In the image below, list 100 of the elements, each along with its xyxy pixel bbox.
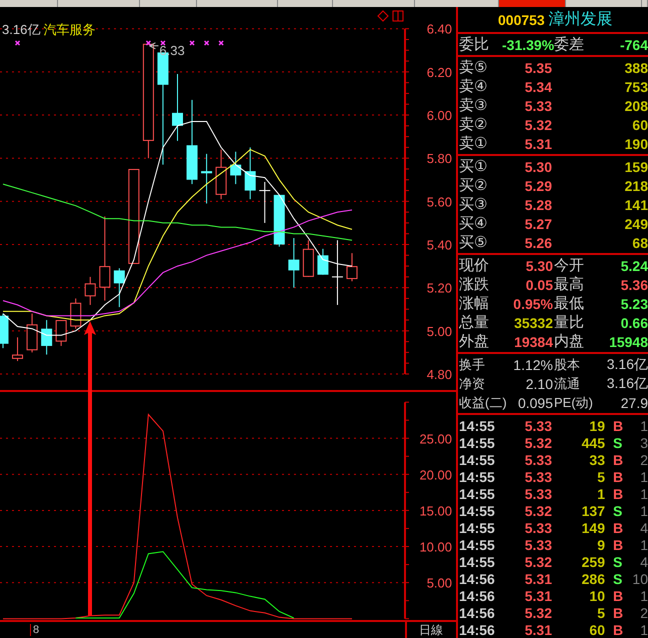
- ask-volume: 208: [624, 98, 648, 114]
- bid-volume: 249: [624, 216, 648, 232]
- ask-label: 卖②: [458, 115, 488, 134]
- stock-name: 漳州发展: [548, 10, 613, 30]
- trade-side: B: [612, 452, 624, 468]
- candle: [317, 248, 328, 276]
- field-label: 最高: [553, 275, 585, 294]
- bid-volume: 218: [624, 178, 648, 194]
- trade-price: 5.32: [524, 434, 552, 450]
- field-value: 0.095: [516, 394, 553, 410]
- annotation: 6.33: [159, 42, 185, 58]
- bid-label: 买①: [458, 157, 488, 176]
- field-label: 内盘: [553, 332, 585, 351]
- trade-count: 1: [639, 418, 648, 434]
- trade-time: 14:55: [458, 502, 496, 518]
- field-label: 净资: [458, 374, 486, 392]
- trade-time: 14:55: [458, 452, 496, 468]
- candle: [41, 320, 52, 356]
- trade-count: 1: [639, 486, 648, 502]
- field-label: 股本: [553, 356, 581, 374]
- ask-price: 5.34: [524, 78, 552, 94]
- bid-price: 5.29: [524, 178, 552, 194]
- trade-price: 5.31: [524, 588, 552, 604]
- trade-count: 2: [639, 452, 648, 468]
- field-label: 量比: [553, 313, 585, 332]
- trade-side: B: [612, 520, 624, 536]
- trade-count: 4: [639, 554, 648, 570]
- trade-time: 14:55: [458, 554, 496, 570]
- sector-label: 汽车服务: [43, 21, 96, 39]
- trade-side: S: [612, 502, 624, 518]
- trade-volume: 259: [580, 554, 605, 570]
- candle: [114, 268, 125, 308]
- trade-count: 1: [639, 588, 648, 604]
- trade-volume: 19: [588, 418, 605, 434]
- trade-price: 5.32: [524, 604, 552, 620]
- trade-count: 1: [639, 468, 648, 484]
- axis-label: 5.80: [426, 151, 452, 166]
- trade-price: 5.33: [524, 486, 552, 502]
- candle: [288, 238, 300, 288]
- ask-price: 5.33: [524, 98, 552, 114]
- trade-count: 1: [639, 502, 648, 518]
- candle: [201, 153, 212, 204]
- candle: [216, 149, 227, 200]
- candle: [259, 181, 270, 224]
- bid-label: 买④: [458, 214, 488, 233]
- trade-count: 3: [639, 434, 648, 450]
- bid-price: 5.28: [524, 196, 552, 212]
- trade-price: 5.33: [524, 536, 552, 552]
- trade-price: 5.32: [524, 502, 552, 518]
- axis-label: 4.80: [426, 367, 452, 382]
- field-label: 今开: [553, 256, 585, 275]
- field-label: 收益(二): [458, 394, 508, 412]
- trade-price: 5.33: [524, 520, 552, 536]
- axis-label: 5.00: [426, 576, 452, 591]
- ask-price: 5.31: [524, 136, 552, 152]
- field-label: 涨跌: [458, 275, 490, 294]
- axis-label: 5.60: [426, 194, 452, 210]
- axis-label: 15.00: [419, 503, 452, 518]
- ask-label: 卖⑤: [458, 58, 488, 77]
- split-window-icon[interactable]: [392, 10, 404, 22]
- field-value: 5.36: [620, 276, 648, 292]
- candle: [346, 252, 358, 282]
- axis-label: 6.20: [426, 64, 452, 80]
- high-price-label: 6.33: [148, 42, 185, 58]
- field-value: 0.95%: [512, 296, 553, 312]
- ask-label: 卖④: [458, 77, 488, 96]
- trade-count: 2: [639, 604, 648, 620]
- axis-label: 5.00: [426, 324, 452, 339]
- field-value: 0.66: [620, 314, 648, 330]
- candle: [26, 313, 38, 353]
- field-label: 外盘: [458, 332, 490, 351]
- trade-time: 14:56: [458, 604, 496, 620]
- trade-volume: 5: [596, 468, 605, 484]
- trade-price: 5.32: [524, 554, 552, 570]
- field-label: 最低: [553, 294, 585, 313]
- bid-volume: 159: [624, 158, 648, 174]
- date-label: 8: [30, 624, 40, 636]
- bid-label: 买③: [458, 195, 488, 214]
- candle: [172, 74, 183, 142]
- trade-price: 5.33: [524, 452, 552, 468]
- candle: [84, 276, 96, 306]
- bid-label: 买②: [458, 176, 488, 195]
- field-value: -764: [618, 36, 648, 52]
- trade-side: B: [612, 604, 624, 620]
- ask-volume: 190: [624, 136, 648, 152]
- trade-side: B: [612, 588, 624, 604]
- trade-count: 10: [631, 570, 648, 586]
- period-tab[interactable]: 日線: [405, 622, 456, 638]
- ask-label: 卖①: [458, 134, 488, 153]
- axis-label: 6.40: [426, 22, 452, 37]
- diamond-icon[interactable]: [377, 10, 389, 22]
- candle: [274, 194, 285, 248]
- bid-price: 5.30: [524, 158, 552, 174]
- trade-price: 5.33: [524, 468, 552, 484]
- axis-label: 10.00: [419, 540, 452, 555]
- trade-price: 5.33: [524, 418, 552, 434]
- tab[interactable]: [499, 0, 566, 7]
- trade-volume: 5: [596, 604, 605, 620]
- field-value: 3.16亿: [606, 356, 648, 374]
- field-value: 2.10: [524, 376, 553, 392]
